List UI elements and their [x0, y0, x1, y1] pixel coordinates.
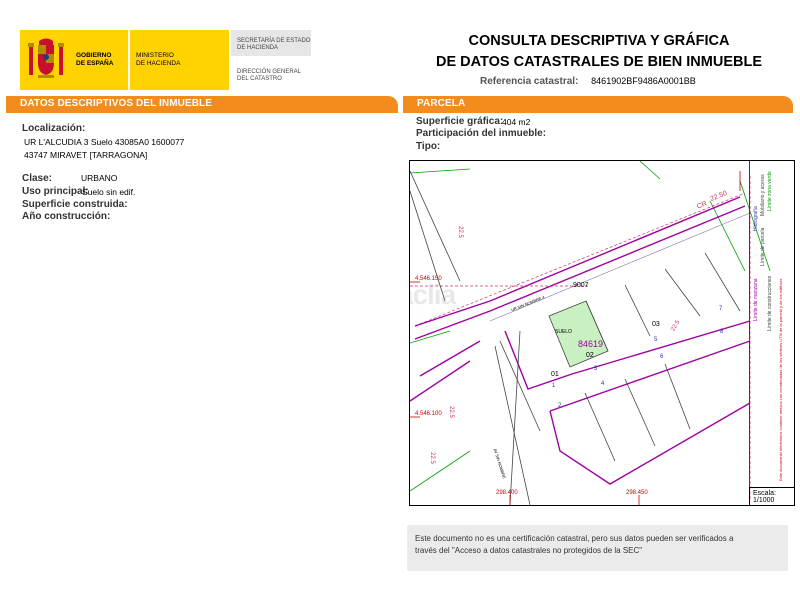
legend-note: Este documento electrónico contiene anex…	[778, 278, 783, 481]
datos-section-title: DATOS DESCRIPTIVOS DEL INMUEBLE	[20, 98, 213, 109]
label-6: 6	[660, 354, 664, 360]
cadastral-map: habitaclia SUELO 84619 9007 01 02 03 1 3…	[409, 160, 795, 506]
localizacion-line1: UR L'ALCUDIA 3 Suelo 43085A0 1600077	[24, 137, 185, 147]
clase-label: Clase:	[22, 173, 53, 184]
scale-box: Escala: 1/1000	[749, 487, 794, 505]
secretaria-block: SECRETARÍA DE ESTADO DE HACIENDA	[231, 30, 311, 56]
parcela-section-header: PARCELA	[403, 96, 793, 113]
block-9007: 9007	[573, 282, 589, 289]
parcela-section-title: PARCELA	[417, 98, 466, 109]
superficie-grafica-value: 404 m2	[502, 117, 531, 127]
legend-strip: Límite de manzana Límite de parcela Lími…	[749, 161, 794, 487]
label-5: 5	[654, 337, 658, 343]
label-7: 7	[719, 306, 723, 312]
coord-x1: 298.400	[496, 490, 518, 496]
direccion-line1: DIRECCIÓN GENERAL	[237, 69, 302, 75]
uso-label: Uso principal:	[22, 186, 89, 197]
tipo-label: Tipo:	[416, 141, 441, 152]
footer-notice-line1: Este documento no es una certificación c…	[415, 534, 734, 543]
uso-value: Suelo sin edif.	[82, 187, 136, 197]
coord-y2: 4.546.100	[415, 411, 442, 417]
referencia-label: Referencia catastral:	[480, 76, 579, 87]
page-title: CONSULTA DESCRIPTIVA Y GRÁFICA DE DATOS …	[400, 31, 798, 73]
datos-section-header: DATOS DESCRIPTIVOS DEL INMUEBLE	[6, 96, 398, 113]
coord-y1: 4.546.150	[415, 276, 442, 282]
watermark: habitaclia	[410, 279, 456, 310]
label-8: 8	[720, 329, 724, 335]
anio-construccion-label: Año construcción:	[22, 211, 111, 222]
direccion-line2: DEL CATASTRO	[237, 76, 282, 82]
legend-item-2: Límite de parcela	[760, 227, 766, 266]
coat-of-arms-icon	[28, 38, 64, 78]
label-3: 3	[594, 366, 598, 372]
ministry-block: MINISTERIO DE HACIENDA	[130, 30, 229, 90]
referencia-row: Referencia catastral: 8461902BF9486A0001…	[480, 76, 696, 87]
footer-notice-line2: través del "Acceso a datos catastrales n…	[415, 546, 643, 555]
gov-line2: DE ESPAÑA	[76, 60, 114, 67]
secretaria-line2: DE HACIENDA	[237, 45, 279, 51]
localizacion-label: Localización:	[22, 123, 86, 134]
scale-value: 1/1000	[753, 497, 775, 504]
scale-label: Escala:	[753, 490, 776, 497]
width-label-b: 22.5	[447, 406, 454, 418]
label-2: 2	[558, 403, 562, 409]
direccion-block: DIRECCIÓN GENERAL DEL CATASTRO	[237, 69, 301, 83]
clase-value: URBANO	[81, 173, 118, 183]
government-logo-block: GOBIERNO DE ESPAÑA	[20, 30, 128, 90]
legend-item-3: Límite de construcciones	[767, 275, 773, 331]
superficie-construida-label: Superficie construida:	[22, 199, 128, 210]
label-1: 1	[552, 383, 556, 389]
gov-line1: GOBIERNO	[76, 52, 112, 59]
parcel-number: 84619	[578, 339, 604, 349]
parcel-label: SUELO	[555, 329, 572, 335]
legend-item-5: Límite zona verde	[767, 171, 773, 211]
referencia-value: 8461902BF9486A0001BB	[591, 76, 696, 86]
coord-x2: 298.450	[626, 490, 648, 496]
participacion-label: Participación del inmueble:	[416, 128, 547, 139]
secretaria-line1: SECRETARÍA DE ESTADO	[237, 38, 311, 44]
label-03: 03	[652, 321, 660, 328]
title-line1: CONSULTA DESCRIPTIVA Y GRÁFICA	[468, 33, 730, 49]
localizacion-line2: 43747 MIRAVET [TARRAGONA]	[24, 150, 148, 160]
footer-notice-box: Este documento no es una certificación c…	[407, 525, 788, 571]
ministry-line2: DE HACIENDA	[136, 60, 181, 67]
width-label-a: 22.5	[456, 226, 463, 238]
legend-item-4: Mobiliario y aceras	[760, 174, 766, 216]
ministry-line1: MINISTERIO	[136, 52, 174, 59]
width-label-c: 22.5	[428, 452, 435, 464]
legend-item-6: Hidrografía	[753, 206, 759, 231]
label-02: 02	[586, 352, 594, 359]
title-line2: DE DATOS CATASTRALES DE BIEN INMUEBLE	[436, 54, 762, 70]
label-01: 01	[551, 371, 559, 378]
label-4: 4	[601, 381, 605, 387]
map-drawing	[410, 161, 771, 505]
superficie-grafica-label: Superficie gráfica:	[416, 116, 504, 127]
legend-item-1: Límite de manzana	[753, 278, 759, 321]
